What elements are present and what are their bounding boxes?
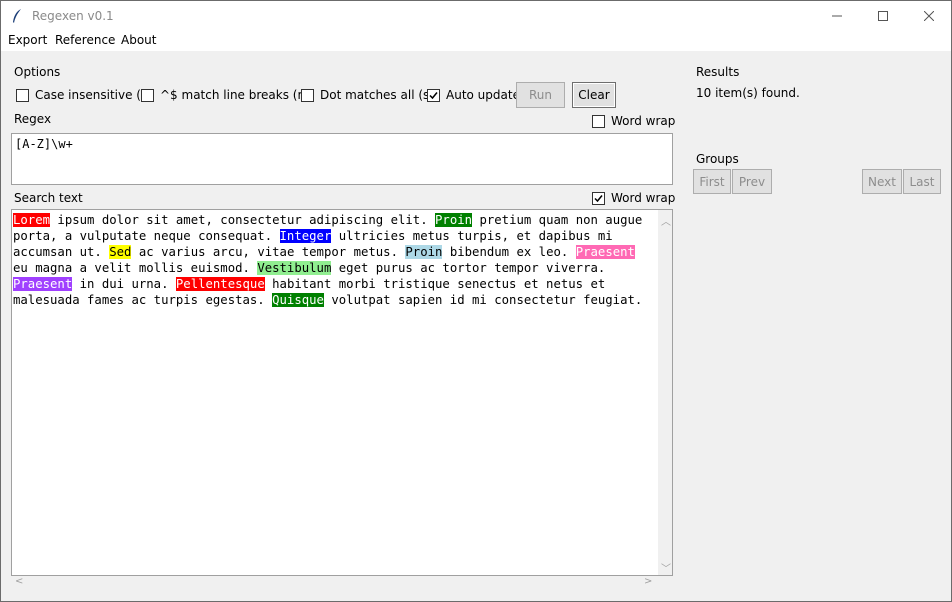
dotall-label: Dot matches all (s) (320, 88, 434, 102)
last-button-label: Last (909, 174, 935, 189)
dotall-checkbox[interactable]: Dot matches all (s) (301, 88, 434, 102)
auto-update-checkbox[interactable]: Auto update (427, 88, 520, 102)
search-heading: Search text (14, 191, 83, 205)
search-text-segment: ac varius arcu, vitae tempor metus. (131, 245, 406, 259)
checkbox-box[interactable] (592, 191, 605, 205)
match-highlight: Vestibulum (257, 261, 332, 275)
checkbox-box[interactable] (16, 88, 29, 102)
clear-button-label: Clear (578, 88, 610, 102)
next-button-label: Next (868, 174, 896, 189)
search-word-wrap-checkbox[interactable]: Word wrap (592, 191, 675, 205)
match-highlight: Proin (405, 245, 443, 259)
checkbox-box[interactable] (427, 88, 440, 102)
match-highlight: Lorem (13, 213, 51, 227)
search-text-segment: eget purus ac tortor tempor viverra. (331, 261, 613, 275)
maximize-icon (878, 11, 888, 21)
checkmark-icon (429, 91, 438, 99)
case-insensitive-label: Case insensitive (i) (35, 88, 149, 102)
regex-word-wrap-checkbox[interactable]: Word wrap (592, 114, 675, 128)
next-button[interactable]: Next (862, 169, 902, 194)
checkmark-icon (594, 194, 603, 202)
maximize-button[interactable] (860, 1, 906, 31)
menu-export[interactable]: Export (8, 33, 47, 47)
search-horizontal-scrollbar[interactable]: < > (11, 576, 658, 590)
run-button[interactable]: Run (516, 82, 565, 108)
close-icon (924, 11, 934, 21)
scroll-up-icon[interactable]: ︿ (661, 213, 671, 228)
match-highlight: Pellentesque (175, 277, 265, 291)
multiline-checkbox[interactable]: ^$ match line breaks (m) (141, 88, 314, 102)
clear-button[interactable]: Clear (572, 82, 616, 108)
run-button-label: Run (528, 88, 552, 102)
prev-button[interactable]: Prev (732, 169, 772, 194)
match-highlight: Proin (435, 213, 473, 227)
minimize-button[interactable] (814, 1, 860, 31)
checkbox-box[interactable] (141, 88, 154, 102)
regex-heading: Regex (14, 112, 52, 126)
close-button[interactable] (906, 1, 952, 31)
match-highlight: Praesent (575, 245, 635, 259)
match-highlight: Integer (279, 229, 332, 243)
match-highlight: Praesent (13, 277, 73, 291)
title-bar[interactable]: Regexen v0.1 (0, 0, 952, 31)
last-button[interactable]: Last (903, 169, 941, 194)
regex-word-wrap-label: Word wrap (611, 114, 676, 128)
match-highlight: Sed (109, 245, 132, 259)
search-text-area[interactable]: Lorem ipsum dolor sit amet, consectetur … (11, 209, 658, 576)
options-heading: Options (14, 65, 61, 79)
menu-bar: Export Reference About (0, 31, 952, 51)
checkbox-box[interactable] (301, 88, 314, 102)
window-title: Regexen v0.1 (32, 9, 114, 23)
menu-about[interactable]: About (121, 33, 156, 47)
scroll-down-icon[interactable]: ﹀ (661, 560, 671, 575)
first-button[interactable]: First (693, 169, 731, 194)
scroll-right-icon[interactable]: > (644, 576, 652, 587)
search-text-segment: volutpat sapien id mi consectetur feugia… (323, 293, 643, 307)
search-vertical-scrollbar[interactable]: ︿ ﹀ (658, 209, 673, 576)
search-word-wrap-label: Word wrap (611, 191, 676, 205)
prev-button-label: Prev (738, 174, 766, 189)
results-summary: 10 item(s) found. (696, 86, 800, 100)
groups-heading: Groups (696, 152, 739, 166)
results-heading: Results (696, 65, 740, 79)
feather-icon (13, 9, 21, 23)
checkbox-box[interactable] (592, 114, 605, 128)
minimize-icon (832, 15, 842, 17)
search-text-segment: in dui urna. (72, 277, 176, 291)
regex-input[interactable]: [A-Z]\w+ (11, 133, 673, 185)
case-insensitive-checkbox[interactable]: Case insensitive (i) (16, 88, 149, 102)
menu-reference[interactable]: Reference (55, 33, 115, 47)
search-text-segment: ipsum dolor sit amet, consectetur adipis… (50, 213, 436, 227)
multiline-label: ^$ match line breaks (m) (160, 88, 314, 102)
auto-update-label: Auto update (446, 88, 520, 102)
first-button-label: First (699, 174, 725, 189)
search-text-segment: bibendum ex leo. (442, 245, 576, 259)
match-highlight: Quisque (272, 293, 324, 307)
scroll-left-icon[interactable]: < (15, 576, 23, 587)
